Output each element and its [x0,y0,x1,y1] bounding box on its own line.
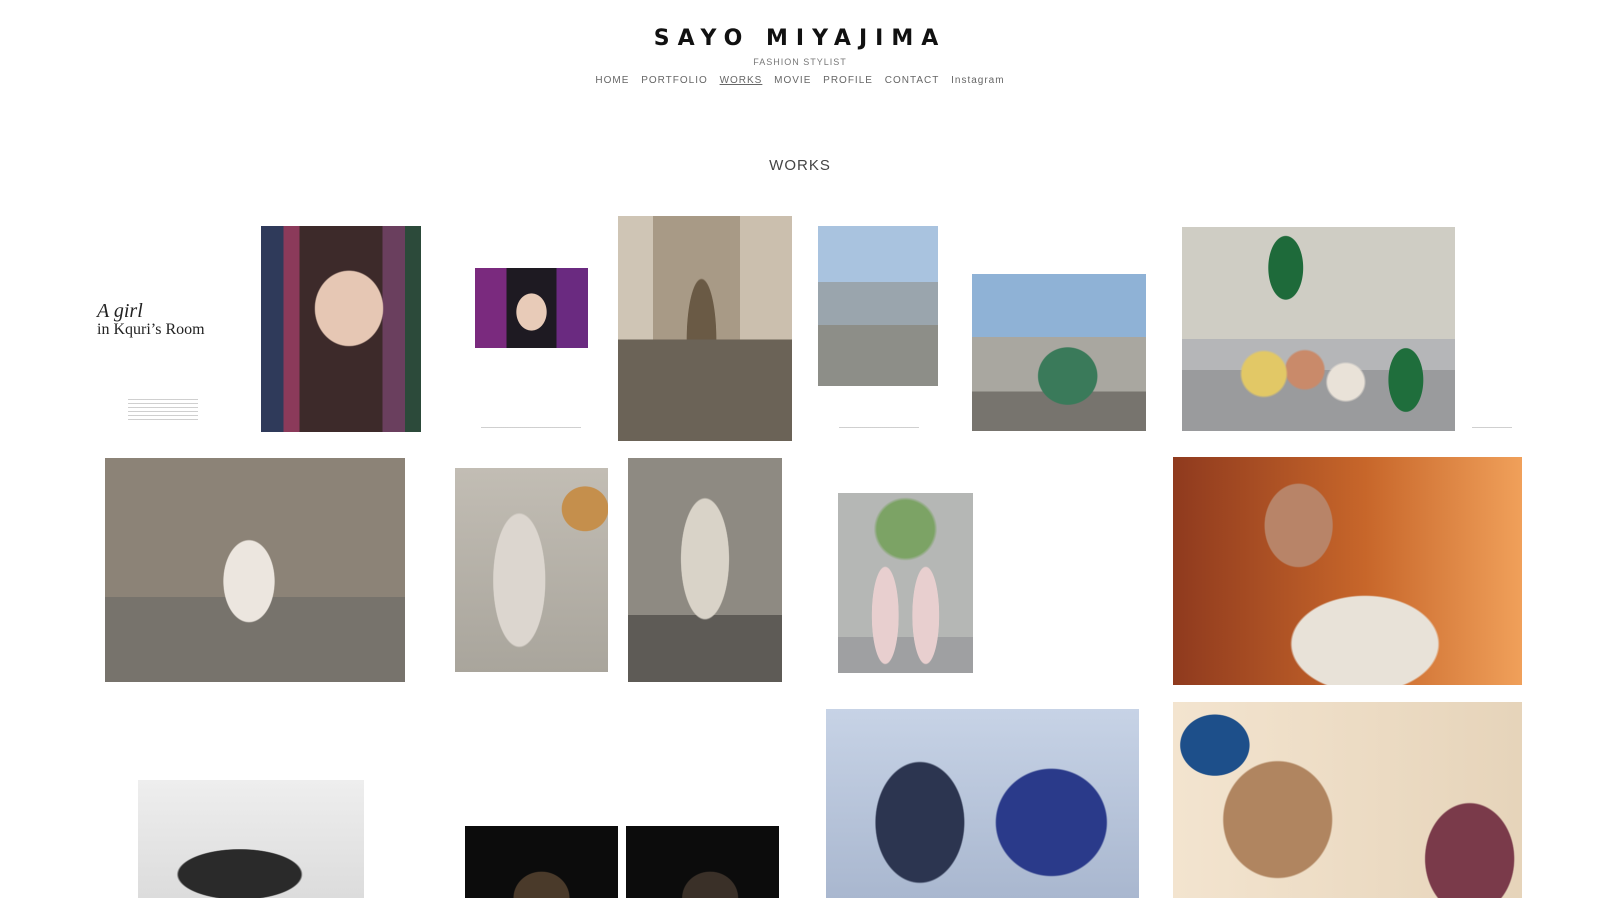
work-photo-girl-sitting-room[interactable] [105,458,405,682]
nav-home[interactable]: HOME [595,75,629,86]
work-photo-girl-face-closeup[interactable] [261,226,421,432]
article-title: A girl in Kquri’s Room [97,300,205,339]
work-photo-girl-chair[interactable] [628,458,782,682]
work-photo-man-blue-suit[interactable] [826,709,1139,898]
nav-contact[interactable]: CONTACT [885,75,940,86]
nav-movie[interactable]: MOVIE [774,75,811,86]
work-photo-girl-portrait-small[interactable] [475,268,588,348]
work-photo-girl-rooftop-coat[interactable] [818,226,938,386]
nav-profile[interactable]: PROFILE [823,75,873,86]
photo-credits [481,424,581,431]
nav-instagram[interactable]: Instagram [951,75,1004,86]
site-logo[interactable]: SAYO MIYAJIMA [0,26,1600,51]
photo-credits [1472,424,1512,431]
work-photo-girl-rooftop-sitting[interactable] [972,274,1146,431]
work-photo-man-orange-portrait[interactable] [1173,457,1522,685]
photo-credits [128,396,198,422]
nav-portfolio[interactable]: PORTFOLIO [641,75,708,86]
work-photo-socks-flowers[interactable] [838,493,973,673]
article-title-line2: in Kquri’s Room [97,321,205,338]
work-photo-girl-coat-lamp[interactable] [455,468,608,672]
page-title: WORKS [769,157,831,174]
work-photo-man-bw-portrait[interactable] [138,780,364,898]
main-nav: HOME PORTFOLIO WORKS MOVIE PROFILE CONTA… [0,75,1600,86]
work-photo-girl-in-room-standing[interactable] [618,216,792,441]
work-photo-man-warm-closeup[interactable] [1173,702,1522,898]
work-photo-man-dark-left[interactable] [465,826,618,898]
site-subtitle: FASHION STYLIST [753,57,847,67]
photo-credits [839,424,919,431]
work-photo-man-dark-right[interactable] [626,826,779,898]
work-photo-shoes-and-vases[interactable] [1182,227,1455,431]
nav-works[interactable]: WORKS [720,75,763,86]
article-title-line1: A girl [97,300,143,322]
